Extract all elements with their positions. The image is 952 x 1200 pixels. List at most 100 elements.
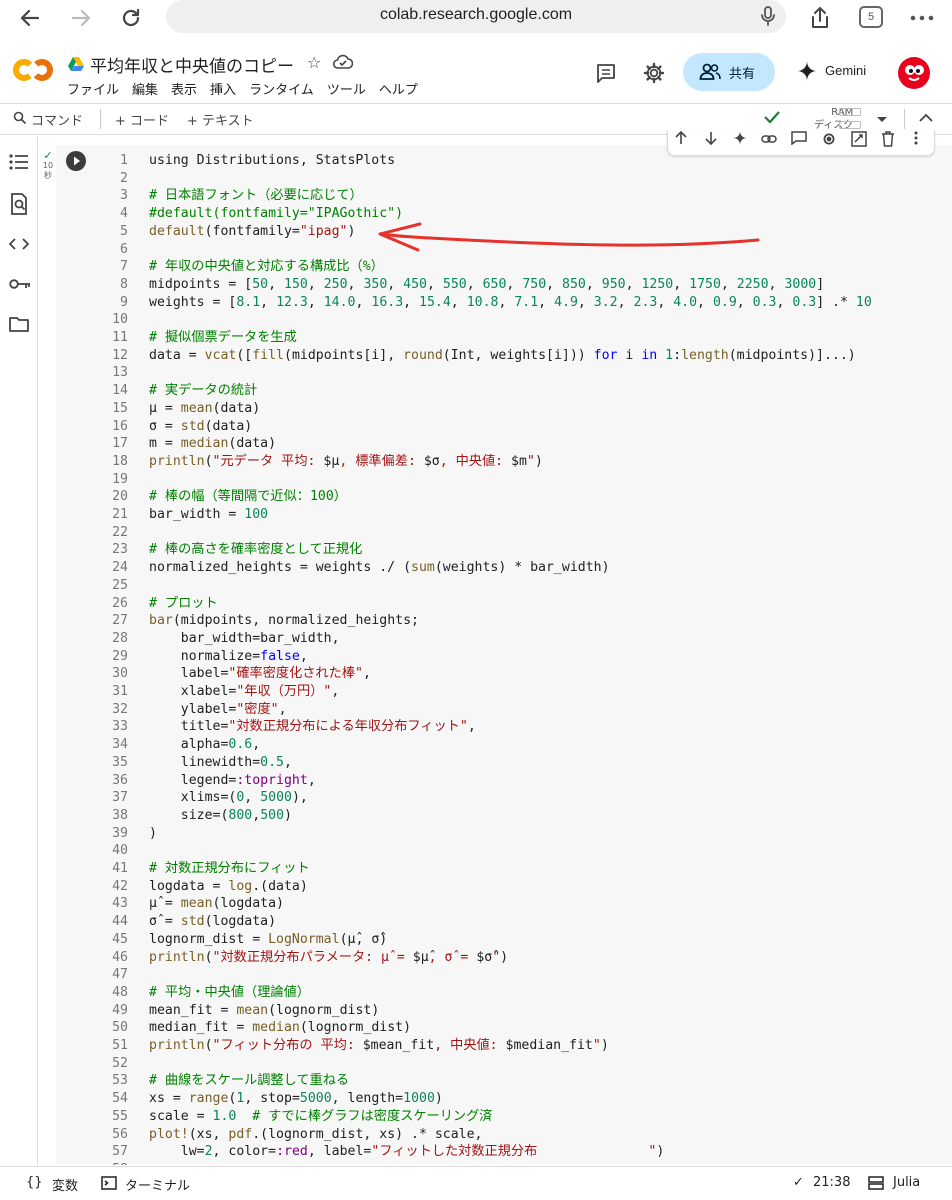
code-line[interactable]: 40 xyxy=(56,842,952,860)
comment-cell-icon[interactable] xyxy=(791,131,807,149)
find-replace-icon[interactable] xyxy=(9,193,29,219)
code-line[interactable]: 49 mean_fit = mean(lognorm_dist) xyxy=(56,1002,952,1020)
code-line[interactable]: 28 bar_width=bar_width, xyxy=(56,630,952,648)
code-line[interactable]: 48 # 平均・中央値（理論値） xyxy=(56,984,952,1002)
link-icon[interactable] xyxy=(761,131,777,149)
code-line[interactable]: 42 logdata = log.(data) xyxy=(56,878,952,896)
code-line[interactable]: 52 xyxy=(56,1055,952,1073)
code-line[interactable]: 56 plot!(xs, pdf.(lognorm_dist, xs) .* sc… xyxy=(56,1126,952,1144)
code-line[interactable]: 25 xyxy=(56,577,952,595)
code-line[interactable]: 55 scale = 1.0 # すでに棒グラフは密度スケーリング済 xyxy=(56,1108,952,1126)
menu-help[interactable]: ヘルプ xyxy=(379,79,418,98)
code-line[interactable]: 11 # 擬似個票データを生成 xyxy=(56,329,952,347)
user-avatar[interactable] xyxy=(898,57,930,89)
code-line[interactable]: 46 println("対数正規分布パラメータ: μ̂ = $μ̂, σ̂ = $… xyxy=(56,949,952,967)
code-line[interactable]: 17 m = median(data) xyxy=(56,435,952,453)
code-line[interactable]: 34 alpha=0.6, xyxy=(56,736,952,754)
gemini-label[interactable]: Gemini xyxy=(825,63,866,78)
menu-insert[interactable]: 挿入 xyxy=(210,79,236,98)
menu-file[interactable]: ファイル xyxy=(67,79,119,98)
gemini-cell-icon[interactable] xyxy=(733,131,747,149)
menu-view[interactable]: 表示 xyxy=(171,79,197,98)
cell-settings-icon[interactable] xyxy=(821,131,837,151)
code-line[interactable]: 23 # 棒の高さを確率密度として正規化 xyxy=(56,541,952,559)
code-line[interactable]: 37 xlims=(0, 5000), xyxy=(56,789,952,807)
code-line[interactable]: 51 println("フィット分布の 平均: $mean_fit, 中央値: $… xyxy=(56,1037,952,1055)
table-of-contents-icon[interactable] xyxy=(9,153,29,175)
code-line[interactable]: 8 midpoints = [50, 150, 250, 350, 450, 55… xyxy=(56,276,952,294)
runtime-dropdown-icon[interactable] xyxy=(876,113,888,128)
command-palette-button[interactable]: コマンド xyxy=(31,110,83,129)
code-line[interactable]: 12 data = vcat([fill(midpoints[i], round(… xyxy=(56,347,952,365)
add-text-button[interactable]: + テキスト xyxy=(187,110,254,129)
share-page-icon[interactable] xyxy=(806,4,834,32)
code-line[interactable]: 41 # 対数正規分布にフィット xyxy=(56,860,952,878)
move-up-icon[interactable] xyxy=(674,130,688,149)
code-line[interactable]: 57 lw=2, color=:red, label="フィットした対数正規分布… xyxy=(56,1143,952,1161)
address-bar[interactable]: colab.research.google.com xyxy=(166,0,786,33)
code-line[interactable]: 43 μ̂ = mean(logdata) xyxy=(56,895,952,913)
code-line[interactable]: 50 median_fit = median(lognorm_dist) xyxy=(56,1019,952,1037)
menu-runtime[interactable]: ランタイム xyxy=(249,79,314,98)
code-line[interactable]: 2 xyxy=(56,170,952,188)
more-options-icon[interactable] xyxy=(908,4,936,32)
run-cell-button[interactable] xyxy=(66,151,86,171)
microphone-icon[interactable] xyxy=(758,5,778,31)
star-icon[interactable]: ☆ xyxy=(307,53,321,72)
delete-cell-icon[interactable] xyxy=(881,131,895,151)
code-line[interactable]: 3 # 日本語フォント（必要に応じて） xyxy=(56,187,952,205)
settings-gear-icon[interactable] xyxy=(643,62,665,88)
code-line[interactable]: 39) xyxy=(56,825,952,843)
move-down-icon[interactable] xyxy=(704,131,718,149)
code-line[interactable]: 15 μ = mean(data) xyxy=(56,400,952,418)
gemini-sparkle-icon[interactable] xyxy=(797,61,817,85)
more-cell-actions-icon[interactable] xyxy=(914,131,918,149)
share-button[interactable]: 共有 xyxy=(683,53,775,91)
code-line[interactable]: 30 label="確率密度化された棒", xyxy=(56,665,952,683)
code-line[interactable]: 53 # 曲線をスケール調整して重ねる xyxy=(56,1072,952,1090)
secrets-key-icon[interactable] xyxy=(9,276,31,295)
code-line[interactable]: 7 # 年収の中央値と対応する構成比（%） xyxy=(56,258,952,276)
code-line[interactable]: 35 linewidth=0.5, xyxy=(56,754,952,772)
add-code-button[interactable]: + コード xyxy=(115,110,169,129)
menu-edit[interactable]: 編集 xyxy=(132,79,158,98)
terminal-icon[interactable] xyxy=(101,1176,117,1194)
code-line[interactable]: 21 bar_width = 100 xyxy=(56,506,952,524)
code-line[interactable]: 36 legend=:topright, xyxy=(56,772,952,790)
code-line[interactable]: 29 normalize=false, xyxy=(56,648,952,666)
code-line[interactable]: 44 σ̂ = std(logdata) xyxy=(56,913,952,931)
variables-icon[interactable]: {} xyxy=(26,1175,43,1190)
code-line[interactable]: 22 xyxy=(56,524,952,542)
files-folder-icon[interactable] xyxy=(9,316,29,336)
code-line[interactable]: 18 println("元データ 平均: $μ, 標準偏差: $σ, 中央値: $… xyxy=(56,453,952,471)
collapse-header-icon[interactable] xyxy=(919,112,933,127)
code-line[interactable]: 20 # 棒の幅（等間隔で近似：100） xyxy=(56,488,952,506)
code-cell-editor[interactable]: 1 using Distributions, StatsPlots 2 3 # 日本語フ… xyxy=(56,145,952,1165)
code-line[interactable]: 38 size=(800,500) xyxy=(56,807,952,825)
tab-count[interactable]: 5 xyxy=(859,6,883,28)
code-line[interactable]: 45 lognorm_dist = LogNormal(μ̂, σ̂) xyxy=(56,931,952,949)
variables-button[interactable]: 変数 xyxy=(52,1175,78,1194)
code-line[interactable]: 13 xyxy=(56,364,952,382)
code-line[interactable]: 47 xyxy=(56,966,952,984)
code-line[interactable]: 32 ylabel="密度", xyxy=(56,701,952,719)
comment-icon[interactable] xyxy=(595,62,617,88)
notebook-title[interactable]: 平均年収と中央値のコピー xyxy=(90,52,294,77)
google-drive-icon[interactable] xyxy=(68,56,84,75)
terminal-button[interactable]: ターミナル xyxy=(125,1175,190,1194)
code-line[interactable]: 27 bar(midpoints, normalized_heights; xyxy=(56,612,952,630)
code-line[interactable]: 16 σ = std(data) xyxy=(56,418,952,436)
code-line[interactable]: 10 xyxy=(56,311,952,329)
forward-icon[interactable] xyxy=(67,4,95,32)
code-line[interactable]: 31 xlabel="年収（万円）", xyxy=(56,683,952,701)
code-line[interactable]: 26 # プロット xyxy=(56,595,952,613)
menu-tools[interactable]: ツール xyxy=(327,79,366,98)
kernel-name[interactable]: Julia xyxy=(893,1175,920,1190)
back-icon[interactable] xyxy=(16,4,44,32)
code-line[interactable]: 54 xs = range(1, stop=5000, length=1000) xyxy=(56,1090,952,1108)
colab-logo-icon[interactable] xyxy=(12,57,53,87)
code-line[interactable]: 19 xyxy=(56,471,952,489)
code-line[interactable]: 33 title="対数正規分布による年収分布フィット", xyxy=(56,718,952,736)
code-line[interactable]: 9 weights = [8.1, 12.3, 14.0, 16.3, 15.4,… xyxy=(56,294,952,312)
code-snippets-icon[interactable] xyxy=(8,236,30,255)
